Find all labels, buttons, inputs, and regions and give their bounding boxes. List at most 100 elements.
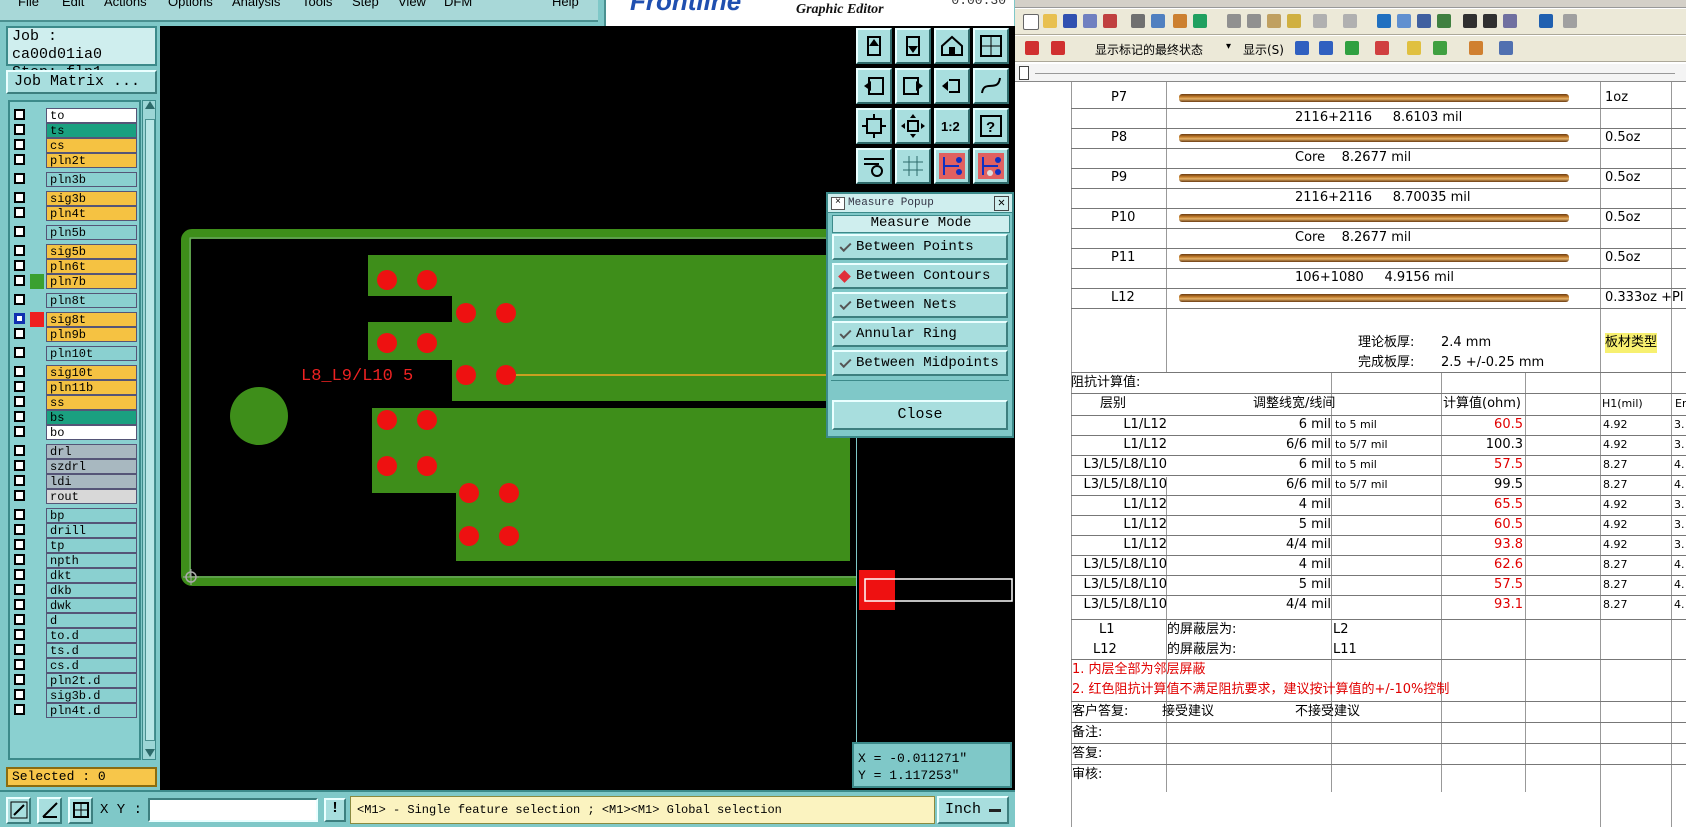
scroll-thumb[interactable]	[145, 119, 155, 741]
accept-option[interactable]: 接受建议	[1162, 702, 1214, 722]
insert-table-icon[interactable]	[1417, 14, 1431, 28]
layer-checkbox[interactable]	[14, 347, 25, 358]
layer-row-pln2t[interactable]: pln2t	[10, 153, 137, 168]
menu-edit[interactable]: Edit	[62, 0, 84, 9]
xy-input[interactable]	[148, 798, 318, 822]
layer-row-npth[interactable]: npth	[10, 553, 137, 568]
layer-row-bo[interactable]: bo	[10, 425, 137, 440]
help-button[interactable]: ?	[973, 108, 1009, 144]
markup-display-select[interactable]: 显示标记的最终状态	[1095, 41, 1203, 58]
layer-color-swatch[interactable]	[30, 553, 44, 568]
layer-checkbox[interactable]	[14, 207, 25, 218]
layer-color-swatch[interactable]	[30, 312, 44, 327]
spelling-icon[interactable]	[1193, 14, 1207, 28]
layer-checkbox[interactable]	[14, 396, 25, 407]
reading-icon[interactable]	[1539, 14, 1553, 28]
layer-color-swatch[interactable]	[30, 346, 44, 361]
drawing-icon[interactable]	[1483, 14, 1497, 28]
layer-name[interactable]: sig8t	[46, 312, 137, 327]
layer-row-drl[interactable]: drl	[10, 444, 137, 459]
highlight-icon[interactable]	[1433, 41, 1447, 55]
layer-color-swatch[interactable]	[30, 628, 44, 643]
layer-checkbox[interactable]	[14, 381, 25, 392]
unit-selector[interactable]: Inch	[937, 796, 1009, 824]
option-between-midpoints[interactable]: Between Midpoints	[832, 350, 1008, 376]
open-icon[interactable]	[1043, 14, 1057, 28]
layer-color-swatch[interactable]	[30, 643, 44, 658]
layer-name[interactable]: ss	[46, 395, 137, 410]
layer-row-cs-d[interactable]: cs.d	[10, 658, 137, 673]
layer-color-swatch[interactable]	[30, 153, 44, 168]
view-bottom-button[interactable]	[895, 28, 931, 64]
reviewing-pane-icon[interactable]	[1499, 41, 1513, 55]
layer-name[interactable]: to	[46, 108, 137, 123]
layer-row-tp[interactable]: tp	[10, 538, 137, 553]
alert-icon[interactable]: !	[324, 798, 346, 822]
layer-name[interactable]: ts	[46, 123, 137, 138]
layer-name[interactable]: pln4t.d	[46, 703, 137, 718]
layer-name[interactable]: pln2t.d	[46, 673, 137, 688]
pan-left-button[interactable]	[856, 68, 892, 104]
layer-name[interactable]: sig5b	[46, 244, 137, 259]
layer-row-szdrl[interactable]: szdrl	[10, 459, 137, 474]
layer-checkbox[interactable]	[14, 539, 25, 550]
layer-row-dwk[interactable]: dwk	[10, 598, 137, 613]
layer-row-pln6t[interactable]: pln6t	[10, 259, 137, 274]
layer-checkbox[interactable]	[14, 173, 25, 184]
layer-row-dkt[interactable]: dkt	[10, 568, 137, 583]
layer-color-swatch[interactable]	[30, 206, 44, 221]
previous-change-icon[interactable]	[1295, 41, 1309, 55]
layer-checkbox[interactable]	[14, 659, 25, 670]
layer-color-swatch[interactable]	[30, 688, 44, 703]
layer-color-swatch[interactable]	[30, 474, 44, 489]
layer-color-swatch[interactable]	[30, 138, 44, 153]
layer-row-bs[interactable]: bs	[10, 410, 137, 425]
net-highlight-button[interactable]	[934, 148, 970, 184]
layer-row-pln2t-d[interactable]: pln2t.d	[10, 673, 137, 688]
layer-name[interactable]: pln10t	[46, 346, 137, 361]
layer-name[interactable]: pln11b	[46, 380, 137, 395]
layer-color-swatch[interactable]	[30, 293, 44, 308]
layer-name[interactable]: bs	[46, 410, 137, 425]
layer-color-swatch[interactable]	[30, 365, 44, 380]
measure-close-button[interactable]: Close	[832, 400, 1008, 430]
close-icon[interactable]: ✕	[994, 196, 1009, 211]
layer-color-swatch[interactable]	[30, 410, 44, 425]
layer-list-scrollbar[interactable]	[142, 100, 156, 760]
settings-button[interactable]	[856, 148, 892, 184]
email-icon[interactable]	[1103, 14, 1117, 28]
layer-checkbox[interactable]	[14, 629, 25, 640]
layer-row-dkb[interactable]: dkb	[10, 583, 137, 598]
pdf-settings-icon[interactable]	[1051, 41, 1065, 55]
zoom-icon[interactable]	[1563, 14, 1577, 28]
layer-checkbox[interactable]	[14, 644, 25, 655]
layer-color-swatch[interactable]	[30, 395, 44, 410]
layer-name[interactable]: pln7b	[46, 274, 137, 289]
window-menu-icon[interactable]: ×	[831, 197, 845, 210]
layer-name[interactable]: dkt	[46, 568, 137, 583]
layer-checkbox[interactable]	[14, 509, 25, 520]
layer-checkbox[interactable]	[14, 366, 25, 377]
layer-name[interactable]: pln9b	[46, 327, 137, 342]
layer-name[interactable]: rout	[46, 489, 137, 504]
reject-option[interactable]: 不接受建议	[1295, 702, 1360, 722]
zoom-center-button[interactable]	[895, 108, 931, 144]
menu-tools[interactable]: Tools	[302, 0, 332, 9]
layer-name[interactable]: ldi	[46, 474, 137, 489]
layer-row-pln4t[interactable]: pln4t	[10, 206, 137, 221]
layer-row-to[interactable]: to	[10, 108, 137, 123]
layer-checkbox[interactable]	[14, 554, 25, 565]
layer-name[interactable]: to.d	[46, 628, 137, 643]
layer-name[interactable]: szdrl	[46, 459, 137, 474]
scale-1-2-button[interactable]: 1:2	[934, 108, 970, 144]
layer-checkbox[interactable]	[14, 139, 25, 150]
permission-icon[interactable]	[1083, 14, 1097, 28]
layer-checkbox[interactable]	[14, 313, 25, 324]
layer-checkbox[interactable]	[14, 490, 25, 501]
layer-checkbox[interactable]	[14, 475, 25, 486]
layer-row-ss[interactable]: ss	[10, 395, 137, 410]
layer-name[interactable]: drl	[46, 444, 137, 459]
menu-actions[interactable]: Actions	[104, 0, 147, 9]
tables-borders-icon[interactable]	[1397, 14, 1411, 28]
layer-color-swatch[interactable]	[30, 598, 44, 613]
